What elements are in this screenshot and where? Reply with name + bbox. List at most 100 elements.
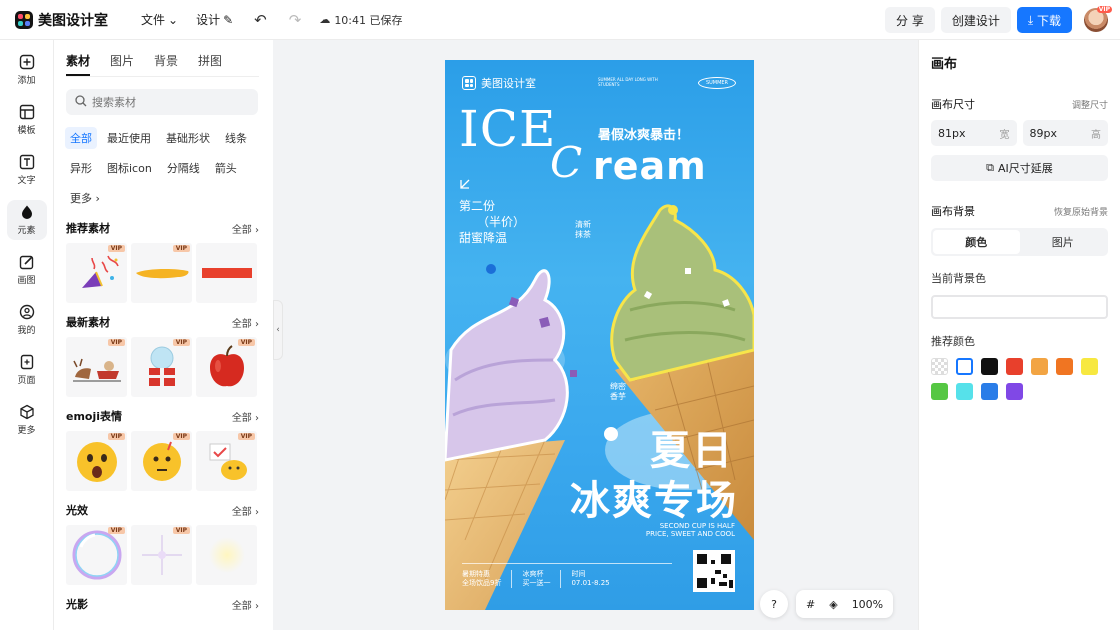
chevron-down-icon: ⌄ xyxy=(168,12,179,27)
grid-icon[interactable]: # xyxy=(806,598,815,611)
swatch-purple[interactable] xyxy=(1006,383,1023,400)
nav-text[interactable]: 文字 xyxy=(7,150,47,190)
user-icon xyxy=(19,304,35,320)
collapse-panel-button[interactable]: ‹ xyxy=(273,300,283,360)
poster-brand: 美图设计室 xyxy=(462,75,536,91)
restore-bg-link[interactable]: 恢复原始背景 xyxy=(1054,205,1108,218)
canvas-settings-panel: 画布 画布尺寸 调整尺寸 81px 宽 89px 高 ⧉ AI尺寸延展 画布背景 恢复原始… xyxy=(918,40,1120,630)
nav-page[interactable]: 页面 xyxy=(7,350,47,390)
chip-arrows[interactable]: 箭头 xyxy=(210,157,242,179)
swatch-light-orange[interactable] xyxy=(1031,358,1048,375)
swatch-black[interactable] xyxy=(981,358,998,375)
swatch-white[interactable] xyxy=(956,358,973,375)
nav-more[interactable]: 更多 xyxy=(7,400,47,440)
view-all-link[interactable]: 全部 › xyxy=(232,409,259,424)
share-button[interactable]: 分 享 xyxy=(885,7,935,33)
view-all-link[interactable]: 全部 › xyxy=(232,315,259,330)
view-all-link[interactable]: 全部 › xyxy=(232,503,259,518)
vip-tag: VIP xyxy=(172,245,190,252)
poster-cream-c: C xyxy=(550,138,583,187)
nav-elements[interactable]: 元素 xyxy=(6,200,47,240)
swatch-orange[interactable] xyxy=(1056,358,1073,375)
nav-template[interactable]: 模板 xyxy=(7,100,47,140)
app-logo[interactable]: 美图设计室 xyxy=(15,10,108,30)
view-all-label: 全部 xyxy=(231,224,252,236)
asset-snow-globe-gift[interactable]: VIP xyxy=(131,337,192,397)
search-input[interactable] xyxy=(92,95,242,109)
note-line: 绵密 xyxy=(610,382,626,391)
search-box[interactable] xyxy=(66,89,258,115)
undo-icon[interactable]: ↶ xyxy=(254,11,267,29)
tab-materials[interactable]: 素材 xyxy=(66,52,91,76)
swatch-cyan[interactable] xyxy=(956,383,973,400)
bg-type-image[interactable]: 图片 xyxy=(1020,230,1107,254)
swatch-blue[interactable] xyxy=(981,383,998,400)
tab-collage[interactable]: 拼图 xyxy=(198,52,222,76)
bg-type-color[interactable]: 颜色 xyxy=(933,230,1020,254)
zoom-level[interactable]: 100% xyxy=(852,598,883,611)
asset-scared-emoji[interactable]: VIP xyxy=(66,431,127,491)
file-menu[interactable]: 文件 ⌄ xyxy=(134,11,185,28)
asset-glow[interactable] xyxy=(196,525,257,585)
asset-red-bar[interactable] xyxy=(196,243,257,303)
adjust-size-link[interactable]: 调整尺寸 xyxy=(1072,98,1108,111)
tab-images[interactable]: 图片 xyxy=(110,52,134,76)
vip-tag: VIP xyxy=(107,433,125,440)
chip-basic-shapes[interactable]: 基础形状 xyxy=(161,127,215,149)
nav-page-label: 页面 xyxy=(17,376,36,386)
footer-line: 时间 xyxy=(571,570,586,578)
chip-more[interactable]: 更多 › xyxy=(65,187,105,209)
chip-recent[interactable]: 最近使用 xyxy=(102,127,156,149)
chip-dividers[interactable]: 分隔线 xyxy=(162,157,205,179)
poster-canvas[interactable]: 美图设计室 SUMMER ALL DAY LONG WITH STUDENTS … xyxy=(445,60,754,610)
asset-thinking-emoji[interactable]: VIP xyxy=(131,431,192,491)
section-title: emoji表情 xyxy=(66,410,123,423)
asset-party-popper[interactable]: VIP xyxy=(66,243,127,303)
nav-add[interactable]: 添加 xyxy=(7,50,47,90)
tab-background[interactable]: 背景 xyxy=(154,52,178,76)
chip-lines[interactable]: 线条 xyxy=(220,127,252,149)
nav-draw-label: 画图 xyxy=(17,276,36,286)
tabs-divider xyxy=(66,76,259,77)
note-line: 抹茶 xyxy=(575,230,591,239)
nav-draw[interactable]: 画图 xyxy=(7,250,47,290)
swatch-yellow[interactable] xyxy=(1081,358,1098,375)
avatar[interactable]: VIP xyxy=(1084,6,1112,32)
section-shadow: 光影 全部 › xyxy=(66,595,259,613)
chip-icons[interactable]: 图标icon xyxy=(102,157,157,179)
download-button[interactable]: ⤓ 下载 xyxy=(1016,7,1072,33)
asset-sparkle[interactable]: VIP xyxy=(131,525,192,585)
current-bg-color-field[interactable] xyxy=(931,295,1108,319)
height-field[interactable]: 89px 高 xyxy=(1022,120,1108,146)
chip-irregular[interactable]: 异形 xyxy=(65,157,97,179)
ai-extend-button[interactable]: ⧉ AI尺寸延展 xyxy=(931,155,1108,181)
poster-slogan: 暑假冰爽暴击！ xyxy=(598,128,690,143)
layers-icon[interactable]: ◈ xyxy=(829,598,837,611)
view-all-link[interactable]: 全部 › xyxy=(232,597,259,612)
swatch-red[interactable] xyxy=(1006,358,1023,375)
save-status: ☁ 10:41 已保存 xyxy=(319,12,402,28)
help-button[interactable]: ? xyxy=(760,590,788,618)
width-unit: 宽 xyxy=(999,129,1010,141)
poster-summer-badge: SUMMER xyxy=(698,77,736,89)
search-icon xyxy=(75,94,87,110)
chip-all[interactable]: 全部 xyxy=(65,127,97,149)
swatch-green[interactable] xyxy=(931,383,948,400)
asset-bubble[interactable]: VIP xyxy=(66,525,127,585)
asset-red-apple[interactable]: VIP xyxy=(196,337,257,397)
view-all-link[interactable]: 全部 › xyxy=(232,221,259,236)
note-line: 清新 xyxy=(575,220,591,229)
asset-chick-emoji[interactable]: VIP xyxy=(196,431,257,491)
footer-line: 07.01-8.25 xyxy=(571,579,610,587)
swatch-transparent[interactable] xyxy=(931,358,948,375)
redo-icon[interactable]: ↷ xyxy=(289,11,302,29)
asset-yellow-brush[interactable]: VIP xyxy=(131,243,192,303)
create-design-button[interactable]: 创建设计 xyxy=(940,7,1011,33)
nav-mine[interactable]: 我的 xyxy=(7,300,47,340)
offer-line: 甜蜜降温 xyxy=(459,231,508,245)
width-field[interactable]: 81px 宽 xyxy=(931,120,1017,146)
section-latest: 最新素材 全部 › VIP VIP VIP xyxy=(66,313,259,397)
nav-elements-label: 元素 xyxy=(17,226,36,236)
design-menu[interactable]: 设计 ✎ xyxy=(189,11,240,28)
asset-reindeer-sleigh[interactable]: VIP xyxy=(66,337,127,397)
